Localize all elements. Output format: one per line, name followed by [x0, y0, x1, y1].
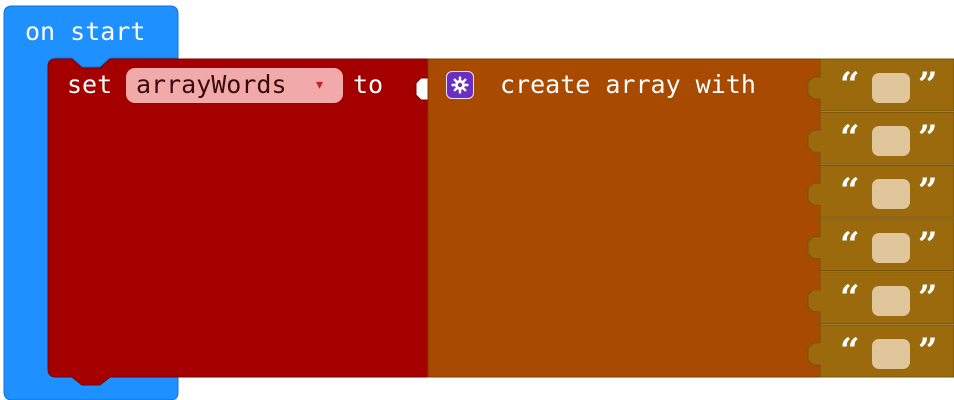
- mutator-gear-button[interactable]: [446, 71, 474, 99]
- close-quote-icon: ”: [918, 331, 938, 371]
- open-quote-icon: “: [840, 224, 860, 265]
- create-array-label: create array with: [500, 70, 756, 99]
- blocks-workspace: [3, 5, 954, 400]
- string-value-field[interactable]: [872, 179, 910, 210]
- gear-icon: [451, 76, 469, 94]
- string-value-field[interactable]: [872, 73, 910, 103]
- on-start-label: on start: [25, 17, 146, 46]
- variable-name: arrayWords: [136, 70, 287, 99]
- set-keyword: set: [67, 70, 113, 99]
- close-quote-icon: ”: [918, 224, 938, 265]
- string-value-field[interactable]: [872, 232, 910, 263]
- variable-dropdown[interactable]: arrayWords ▾: [126, 68, 343, 103]
- string-value-field[interactable]: [872, 339, 910, 369]
- close-quote-icon: ”: [918, 171, 938, 212]
- create-array-block[interactable]: [427, 58, 821, 378]
- string-item-block[interactable]: “”: [820, 165, 954, 215]
- string-item-block[interactable]: “”: [820, 219, 954, 269]
- chevron-down-icon: ▾: [316, 77, 324, 93]
- to-keyword: to: [353, 70, 384, 99]
- string-value-field[interactable]: [872, 285, 910, 316]
- close-quote-icon: ”: [918, 277, 938, 318]
- string-item-block[interactable]: “”: [820, 272, 954, 322]
- open-quote-icon: “: [840, 65, 860, 105]
- close-quote-icon: ”: [918, 65, 938, 105]
- open-quote-icon: “: [840, 331, 860, 371]
- open-quote-icon: “: [840, 118, 860, 159]
- open-quote-icon: “: [840, 277, 860, 318]
- string-item-block[interactable]: “”: [820, 59, 954, 109]
- string-value-field[interactable]: [872, 126, 910, 157]
- set-variable-block[interactable]: [47, 58, 429, 386]
- open-quote-icon: “: [840, 171, 860, 212]
- close-quote-icon: ”: [918, 118, 938, 159]
- string-item-block[interactable]: “”: [820, 112, 954, 162]
- string-item-block[interactable]: “”: [820, 325, 954, 375]
